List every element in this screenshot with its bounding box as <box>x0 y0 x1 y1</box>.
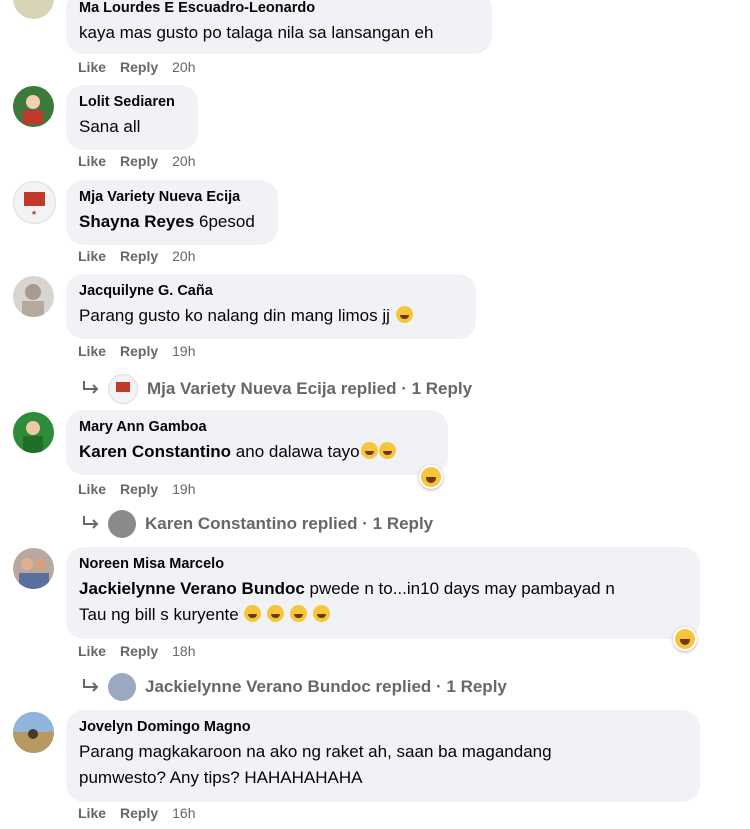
reply-button[interactable]: Reply <box>120 804 158 822</box>
avatar <box>108 374 138 404</box>
emoji-icon <box>378 442 396 459</box>
haha-reaction-icon[interactable] <box>673 627 697 651</box>
comment-time[interactable]: 18h <box>172 642 195 660</box>
comment-actions: Like Reply 20h <box>78 247 196 265</box>
comment-author[interactable]: Noreen Misa Marcelo <box>79 555 687 573</box>
comment-author[interactable]: Lolit Sediaren <box>79 93 185 111</box>
comment-text: Sana all <box>79 117 141 136</box>
mention[interactable]: Karen Constantino <box>79 442 231 461</box>
comment-time[interactable]: 19h <box>172 342 195 360</box>
avatar[interactable] <box>13 0 54 19</box>
comment-body: Parang gusto ko nalang din mang limos jj <box>79 306 390 325</box>
reply-arrow-icon <box>83 381 99 394</box>
mention[interactable]: Jackielynne Verano Bundoc <box>79 579 305 598</box>
reply-button[interactable]: Reply <box>120 480 158 498</box>
like-button[interactable]: Like <box>78 247 106 265</box>
avatar[interactable] <box>13 86 54 127</box>
reply-button[interactable]: Reply <box>120 642 158 660</box>
comment-time[interactable]: 20h <box>172 247 195 265</box>
like-button[interactable]: Like <box>78 342 106 360</box>
comment-actions: Like Reply 19h <box>78 342 196 360</box>
comment-bubble: Noreen Misa Marcelo Jackielynne Verano B… <box>66 547 700 639</box>
avatar <box>108 510 136 538</box>
reply-button[interactable]: Reply <box>120 247 158 265</box>
view-replies-link[interactable]: Mja Variety Nueva Ecija replied · 1 Repl… <box>80 374 472 404</box>
comment-actions: Like Reply 20h <box>78 58 196 76</box>
comment-time[interactable]: 20h <box>172 152 195 170</box>
comment-actions: Like Reply 20h <box>78 152 196 170</box>
haha-reaction-icon[interactable] <box>419 465 443 489</box>
avatar[interactable] <box>13 276 54 317</box>
comment-text: kaya mas gusto po talaga nila sa lansang… <box>79 23 434 42</box>
comment-bubble: Lolit Sediaren Sana all <box>66 85 198 150</box>
avatar <box>108 673 136 701</box>
view-replies-link[interactable]: Jackielynne Verano Bundoc replied · 1 Re… <box>80 673 507 701</box>
comment-author[interactable]: Jacquilyne G. Caña <box>79 282 463 300</box>
comment-actions: Like Reply 19h <box>78 480 196 498</box>
comment-bubble: Ma Lourdes E Escuadro-Leonardo kaya mas … <box>66 0 492 54</box>
emoji-icon <box>312 605 330 622</box>
comment-bubble: Jacquilyne G. Caña Parang gusto ko nalan… <box>66 274 476 339</box>
comment-bubble: Jovelyn Domingo Magno Parang magkakaroon… <box>66 710 700 802</box>
avatar[interactable] <box>13 712 54 753</box>
comment-text-line2: pumwesto? Any tips? HAHAHAHAHA <box>79 768 363 787</box>
comment-body: 6pesod <box>194 212 255 231</box>
comment-text-line2: Tau ng bill s kuryente <box>79 603 687 627</box>
reply-count[interactable]: replied · 1 Reply <box>341 378 472 400</box>
comment-text: Parang magkakaroon na ako ng raket ah, s… <box>79 742 552 761</box>
svg-text:★: ★ <box>31 209 37 217</box>
comment-bubble: Mja Variety Nueva Ecija Shayna Reyes 6pe… <box>66 180 278 245</box>
reply-arrow-icon <box>83 679 99 692</box>
reply-author[interactable]: Mja Variety Nueva Ecija <box>147 378 336 400</box>
emoji-icon <box>395 306 413 323</box>
reply-author[interactable]: Jackielynne Verano Bundoc <box>145 676 371 698</box>
comment-time[interactable]: 19h <box>172 480 195 498</box>
avatar[interactable]: ★ <box>13 181 56 224</box>
like-button[interactable]: Like <box>78 642 106 660</box>
reply-author[interactable]: Karen Constantino <box>145 513 297 535</box>
comment-time[interactable]: 20h <box>172 58 195 76</box>
comment-author[interactable]: Ma Lourdes E Escuadro-Leonardo <box>79 0 479 17</box>
comment-author[interactable]: Jovelyn Domingo Magno <box>79 718 687 736</box>
emoji-icon <box>244 605 262 622</box>
emoji-icon <box>360 442 378 459</box>
comment-body: Tau ng bill s kuryente <box>79 605 244 624</box>
comment-text: Parang gusto ko nalang din mang limos jj <box>79 304 463 328</box>
comment-bubble: Mary Ann Gamboa Karen Constantino ano da… <box>66 410 448 475</box>
comment-text: Shayna Reyes 6pesod <box>79 210 265 234</box>
reply-arrow-icon <box>83 516 99 529</box>
comment-actions: Like Reply 16h <box>78 804 196 822</box>
reply-button[interactable]: Reply <box>120 342 158 360</box>
emoji-icon <box>267 605 285 622</box>
avatar[interactable] <box>13 412 54 453</box>
comment-author[interactable]: Mary Ann Gamboa <box>79 418 435 436</box>
avatar[interactable] <box>13 548 54 589</box>
mention[interactable]: Shayna Reyes <box>79 212 194 231</box>
comment-text: Jackielynne Verano Bundoc pwede n to...i… <box>79 577 687 601</box>
emoji-icon <box>289 605 307 622</box>
like-button[interactable]: Like <box>78 58 106 76</box>
reply-count[interactable]: replied · 1 Reply <box>376 676 507 698</box>
like-button[interactable]: Like <box>78 152 106 170</box>
reply-count[interactable]: replied · 1 Reply <box>302 513 433 535</box>
reply-button[interactable]: Reply <box>120 152 158 170</box>
like-button[interactable]: Like <box>78 804 106 822</box>
comment-time[interactable]: 16h <box>172 804 195 822</box>
reply-button[interactable]: Reply <box>120 58 158 76</box>
comment-body: ano dalawa tayo <box>231 442 360 461</box>
comment-actions: Like Reply 18h <box>78 642 196 660</box>
comment-body: pwede n to...in10 days may pambayad n <box>304 579 615 598</box>
view-replies-link[interactable]: Karen Constantino replied · 1 Reply <box>80 510 433 538</box>
comment-text: Karen Constantino ano dalawa tayo <box>79 440 435 464</box>
like-button[interactable]: Like <box>78 480 106 498</box>
comment-author[interactable]: Mja Variety Nueva Ecija <box>79 188 265 206</box>
